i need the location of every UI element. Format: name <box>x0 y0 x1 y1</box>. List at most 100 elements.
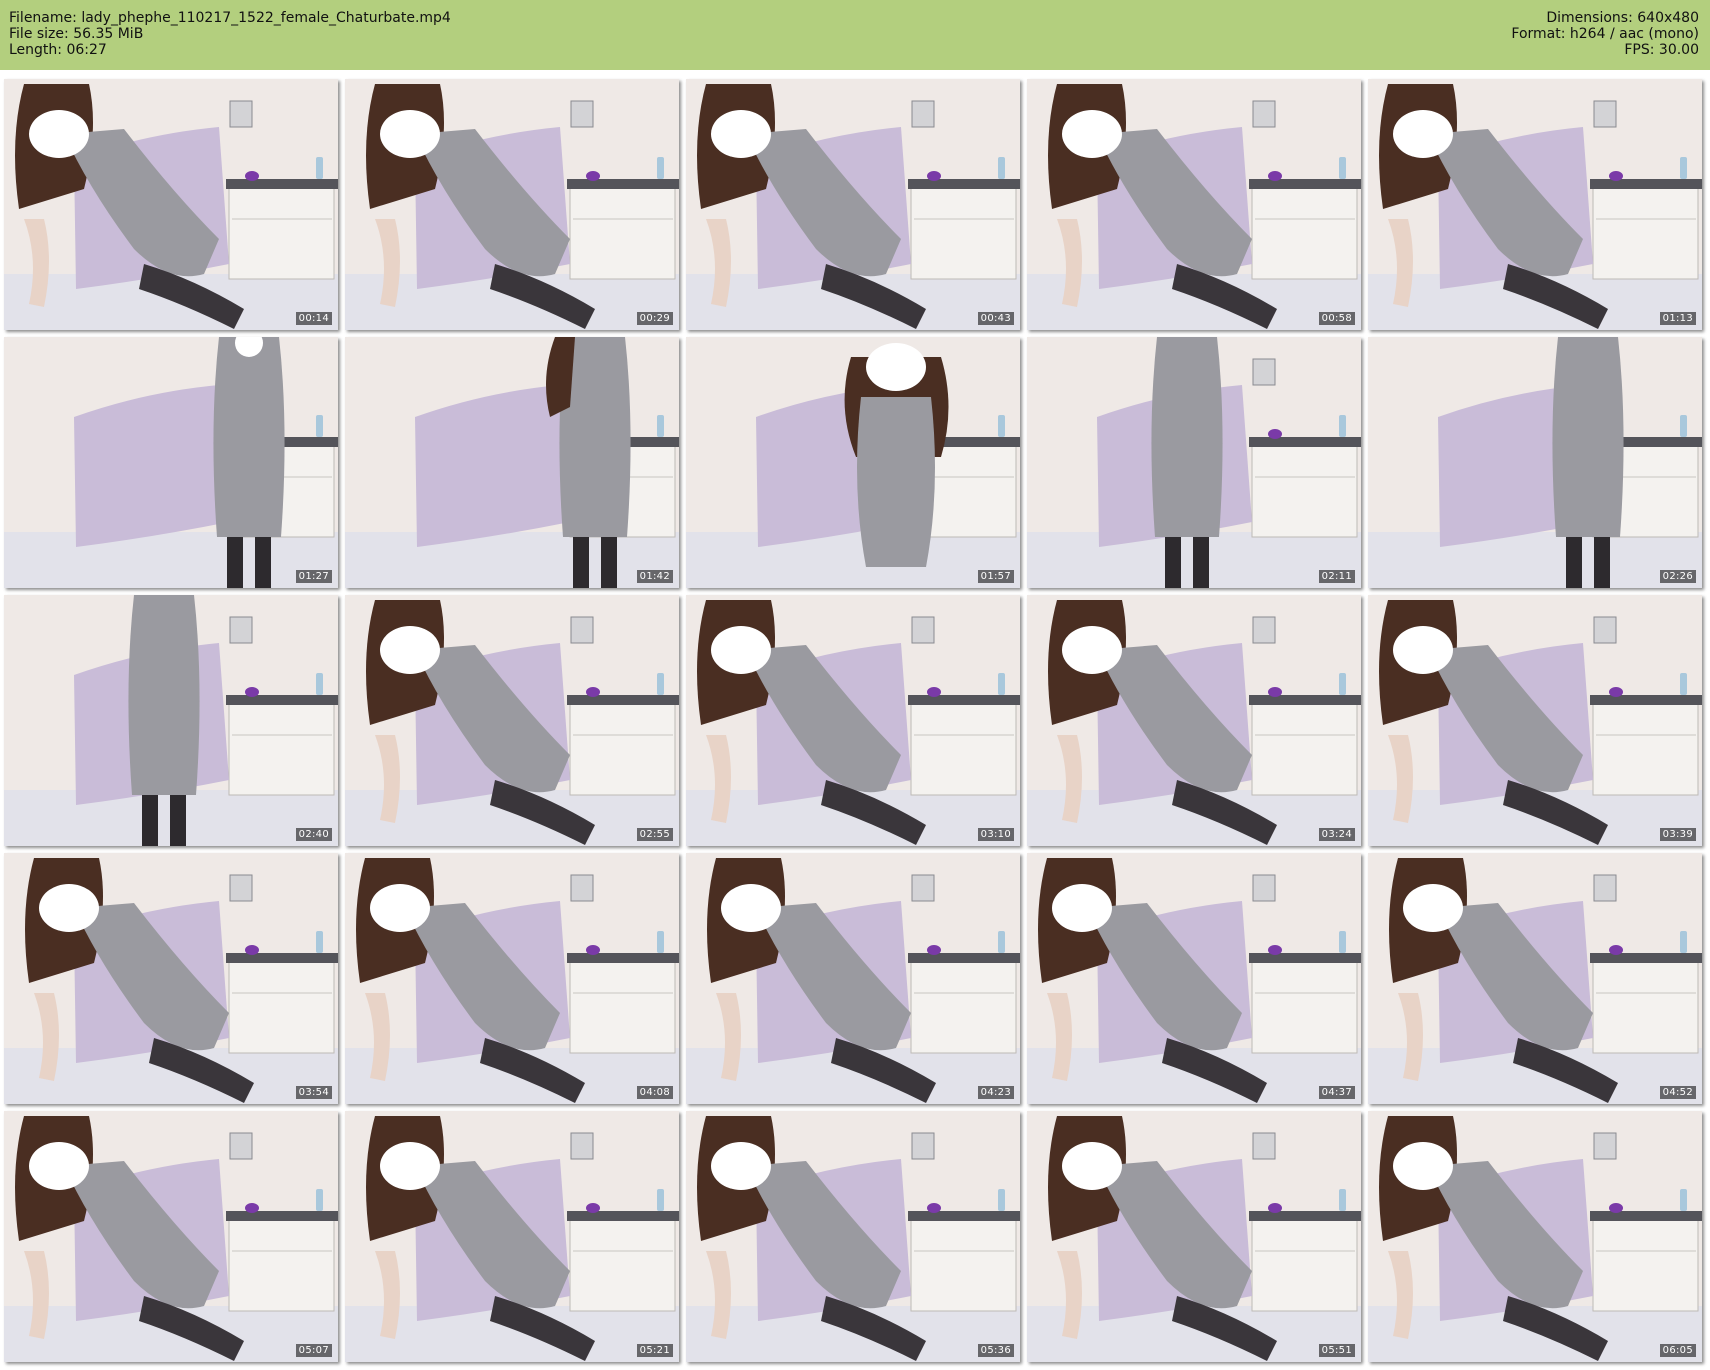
lamp-shade <box>570 616 594 644</box>
format-value: h264 / aac (mono) <box>1569 26 1699 42</box>
bottle <box>1680 931 1687 953</box>
video-thumbnail: 02:11 <box>1027 337 1361 588</box>
bed <box>4 532 338 588</box>
video-thumbnail: 03:24 <box>1027 595 1361 846</box>
format-line: Format: h264 / aac (mono) <box>1511 26 1699 42</box>
pillow <box>415 385 570 547</box>
nightstand <box>569 957 676 1054</box>
format-label: Format: <box>1511 26 1566 42</box>
filename-label: Filename: <box>9 10 77 26</box>
bottle <box>657 1189 664 1211</box>
thumbnail-timestamp: 00:29 <box>636 312 673 325</box>
bottle <box>316 1189 323 1211</box>
dress <box>857 397 935 567</box>
thumbnail-timestamp: 03:39 <box>1659 828 1696 841</box>
lamp-shade <box>229 1132 253 1160</box>
nightstand <box>569 183 676 280</box>
thumbnail-frame <box>686 853 1020 1104</box>
nightstand-top <box>567 953 679 963</box>
thumbnail-frame <box>345 595 679 846</box>
lamp-shade <box>1593 1132 1617 1160</box>
thumbnail-frame <box>345 1111 679 1362</box>
bottle <box>998 931 1005 953</box>
nightstand-top <box>1249 437 1361 447</box>
lamp-shade <box>911 616 935 644</box>
length-line: Length: 06:27 <box>9 42 451 58</box>
lamp-shade <box>1252 358 1276 386</box>
video-thumbnail: 02:26 <box>1368 337 1702 588</box>
thumbnail-frame <box>4 595 338 846</box>
nightstand-top <box>908 1211 1020 1221</box>
mask <box>1062 110 1122 158</box>
video-thumbnail: 01:27 <box>4 337 338 588</box>
video-thumbnail: 04:37 <box>1027 853 1361 1104</box>
purple-object <box>245 687 259 697</box>
thumbnail-timestamp: 01:27 <box>295 570 332 583</box>
nightstand-top <box>1590 1211 1702 1221</box>
purple-object <box>1609 1203 1623 1213</box>
bottle <box>1339 415 1346 437</box>
lamp-shade <box>1252 616 1276 644</box>
leg-left <box>1165 537 1181 588</box>
video-thumbnail: 01:13 <box>1368 79 1702 330</box>
purple-object <box>245 171 259 181</box>
nightstand <box>1251 699 1358 796</box>
nightstand-top <box>908 179 1020 189</box>
nightstand-top <box>1249 953 1361 963</box>
bottle <box>1680 157 1687 179</box>
thumbnail-frame <box>686 1111 1020 1362</box>
file-info-right: Dimensions: 640x480 Format: h264 / aac (… <box>1511 10 1699 58</box>
video-thumbnail: 04:23 <box>686 853 1020 1104</box>
filesize-line: File size: 56.35 MiB <box>9 26 451 42</box>
thumbnail-timestamp: 03:54 <box>295 1086 332 1099</box>
video-thumbnail: 04:08 <box>345 853 679 1104</box>
thumbnail-frame <box>1027 79 1361 330</box>
mask <box>39 884 99 932</box>
nightstand-top <box>908 695 1020 705</box>
leg-right <box>1193 537 1209 588</box>
video-thumbnail: 00:58 <box>1027 79 1361 330</box>
nightstand-top <box>567 179 679 189</box>
thumbnail-timestamp: 02:55 <box>636 828 673 841</box>
purple-object <box>1268 1203 1282 1213</box>
thumbnail-frame <box>1027 337 1361 588</box>
thumbnail-timestamp: 03:24 <box>1318 828 1355 841</box>
lamp-shade <box>1252 874 1276 902</box>
purple-object <box>927 687 941 697</box>
nightstand <box>228 957 335 1054</box>
filename-line: Filename: lady_phephe_110217_1522_female… <box>9 10 451 26</box>
thumbnail-timestamp: 05:07 <box>295 1344 332 1357</box>
video-thumbnail: 05:07 <box>4 1111 338 1362</box>
bed <box>686 532 1020 588</box>
bottle <box>316 931 323 953</box>
mask <box>721 884 781 932</box>
purple-object <box>1268 171 1282 181</box>
dress <box>213 337 285 537</box>
bottle <box>1339 157 1346 179</box>
bottle <box>998 415 1005 437</box>
nightstand <box>228 699 335 796</box>
nightstand <box>910 957 1017 1054</box>
thumbnail-timestamp: 00:14 <box>295 312 332 325</box>
leg-right <box>1594 537 1610 588</box>
thumbnail-timestamp: 05:36 <box>977 1344 1014 1357</box>
video-thumbnail: 05:51 <box>1027 1111 1361 1362</box>
lamp-shade <box>1593 874 1617 902</box>
video-thumbnail: 04:52 <box>1368 853 1702 1104</box>
lamp-shade <box>911 100 935 128</box>
bottle <box>657 157 664 179</box>
purple-object <box>1609 945 1623 955</box>
pillow <box>74 385 229 547</box>
nightstand-top <box>1249 1211 1361 1221</box>
bottle <box>1680 415 1687 437</box>
nightstand <box>569 699 676 796</box>
bottle <box>657 673 664 695</box>
bed <box>1368 532 1702 588</box>
video-thumbnail: 03:54 <box>4 853 338 1104</box>
video-thumbnail: 02:55 <box>345 595 679 846</box>
thumbnail-frame <box>345 853 679 1104</box>
leg-right <box>170 795 186 846</box>
video-thumbnail: 00:43 <box>686 79 1020 330</box>
mask <box>866 343 926 391</box>
thumbnail-frame <box>686 79 1020 330</box>
